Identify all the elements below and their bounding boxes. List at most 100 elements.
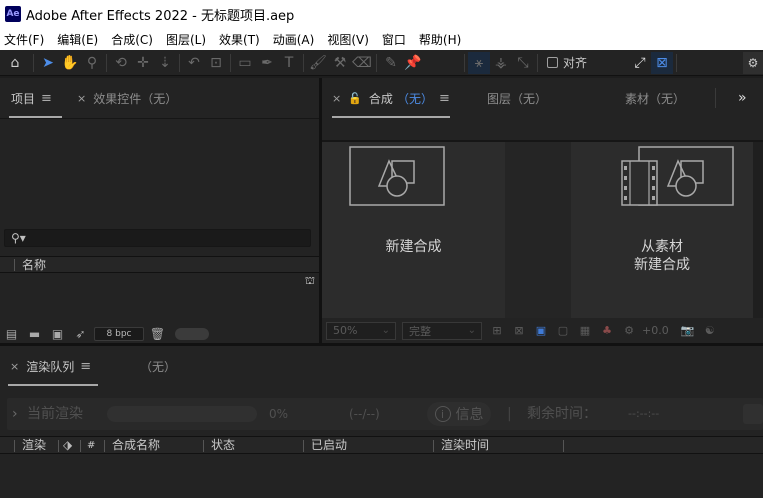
eraser-tool-icon[interactable]: ⌫ <box>351 52 373 74</box>
local-axis-mode-icon[interactable]: ⚹ <box>468 51 490 74</box>
workspace-menu-icon[interactable]: ⚙ <box>743 52 763 74</box>
menu-edit[interactable]: 编辑(E) <box>57 31 98 48</box>
menu-file[interactable]: 文件(F) <box>4 31 44 48</box>
panel-menu-icon[interactable]: ≡ <box>439 91 450 106</box>
clone-stamp-tool-icon[interactable]: ⚒ <box>329 52 351 74</box>
render-queue-header: 渲染 ⬗ # 合成名称 状态 已启动 渲染时间 <box>0 436 763 454</box>
tab-footage[interactable]: 素材（无） <box>625 78 685 118</box>
new-composition-icon[interactable]: ▣ <box>48 326 67 342</box>
tab-none[interactable]: （无） <box>140 346 176 386</box>
home-icon[interactable]: ⌂ <box>0 52 30 74</box>
column-name[interactable]: 名称 <box>22 257 46 273</box>
world-axis-mode-icon[interactable]: ⚶ <box>490 52 512 74</box>
menu-effect[interactable]: 效果(T) <box>219 31 260 48</box>
footer-scrollbar[interactable] <box>175 328 209 340</box>
menu-layer[interactable]: 图层(L) <box>166 31 206 48</box>
close-icon[interactable]: × <box>332 92 341 105</box>
column-render[interactable]: 渲染 <box>22 437 46 454</box>
composition-panel: × 🔓 合成 （无） ≡ 图层（无） 素材（无） » 新建合成 从素材 新建合成… <box>322 78 763 343</box>
column-render-time[interactable]: 渲染时间 <box>441 437 489 454</box>
selection-tool-icon[interactable]: ➤ <box>37 52 59 74</box>
mask-visibility-icon[interactable]: ▣ <box>532 323 550 339</box>
tab-project[interactable]: 项目 ≡ <box>11 78 52 118</box>
active-tab-underline <box>8 384 98 386</box>
puppet-pin-tool-icon[interactable]: 📌 <box>402 52 424 74</box>
channel-icon[interactable]: ♣ <box>598 323 616 339</box>
title-bar: Ae Adobe After Effects 2022 - 无标题项目.aep <box>0 0 763 28</box>
snapping-toggle[interactable]: 对齐 <box>547 54 587 71</box>
column-divider <box>14 440 15 452</box>
grid-guides-icon[interactable]: ▦ <box>576 323 594 339</box>
fast-previews-icon[interactable]: ⊞ <box>488 323 506 339</box>
menu-help[interactable]: 帮助(H) <box>419 31 461 48</box>
column-comp-name[interactable]: 合成名称 <box>112 437 160 454</box>
rotation-tool-icon[interactable]: ↶ <box>183 52 205 74</box>
close-icon[interactable]: × <box>77 92 86 105</box>
project-search-input[interactable]: ⚲▾ <box>4 229 311 247</box>
resolution-select[interactable]: 完整 ⌄ <box>402 321 482 340</box>
flowchart-icon[interactable]: ⛫ <box>305 274 315 289</box>
magnification-select[interactable]: 50% ⌄ <box>326 321 396 340</box>
hand-tool-icon[interactable]: ✋ <box>59 52 81 74</box>
viewer-scrollbar[interactable] <box>753 142 763 318</box>
tab-render-queue[interactable]: × 渲染队列 ≡ <box>10 346 91 386</box>
orbit-camera-tool-icon[interactable]: ⟲ <box>110 52 132 74</box>
magnet-snap-icon[interactable]: ⊠ <box>651 51 674 74</box>
column-number[interactable]: # <box>87 437 95 454</box>
exposure-value[interactable]: +0.0 <box>642 324 669 337</box>
menu-bar: 文件(F) 编辑(E) 合成(C) 图层(L) 效果(T) 动画(A) 视图(V… <box>0 28 763 50</box>
brush-tool-icon[interactable]: 🖌 <box>307 52 329 74</box>
toolbar-divider <box>464 53 465 72</box>
menu-animation[interactable]: 动画(A) <box>273 31 315 48</box>
snapshot-icon[interactable]: 📷 <box>679 323 697 339</box>
roto-brush-tool-icon[interactable]: ✎ <box>380 52 402 74</box>
column-divider <box>563 440 564 452</box>
tab-layer[interactable]: 图层（无） <box>487 78 547 118</box>
pen-tool-icon[interactable]: ✒ <box>256 52 278 74</box>
chevron-right-icon[interactable]: › <box>12 398 18 430</box>
bit-depth-button[interactable]: 8 bpc <box>94 327 144 341</box>
panel-menu-icon[interactable]: ≡ <box>41 91 52 106</box>
type-tool-icon[interactable]: T <box>278 52 300 74</box>
menu-window[interactable]: 窗口 <box>382 31 406 48</box>
expand-icon[interactable]: ⤢ <box>629 52 651 74</box>
remaining-time-value: --:--:-- <box>628 407 660 420</box>
pan-camera-tool-icon[interactable]: ✛ <box>132 52 154 74</box>
lock-icon[interactable]: 🔓 <box>348 92 362 105</box>
snapping-checkbox[interactable] <box>547 57 558 68</box>
render-progress-bar <box>107 406 257 422</box>
tab-composition[interactable]: × 🔓 合成 （无） ≡ <box>332 78 450 118</box>
render-queue-panel: × 渲染队列 ≡ （无） › 当前渲染 0% (--/--) i 信息 | 剩余… <box>0 346 763 498</box>
snapping-label: 对齐 <box>563 56 588 70</box>
more-tabs-icon[interactable]: » <box>738 78 747 118</box>
new-comp-from-footage-card[interactable]: 从素材 新建合成 <box>571 142 753 318</box>
exposure-reset-icon[interactable]: ⚙ <box>620 323 638 339</box>
close-icon[interactable]: × <box>10 360 19 373</box>
project-column-header: 名称 <box>0 256 319 273</box>
transparency-grid-icon[interactable]: ⊠ <box>510 323 528 339</box>
trash-icon[interactable]: 🗑 <box>148 326 167 342</box>
menu-composition[interactable]: 合成(C) <box>111 31 153 48</box>
menu-view[interactable]: 视图(V) <box>327 31 369 48</box>
tag-icon[interactable]: ⬗ <box>63 437 72 454</box>
pan-behind-tool-icon[interactable]: ⊡ <box>205 52 227 74</box>
tab-effect-controls[interactable]: × 效果控件（无） <box>77 78 177 118</box>
panel-menu-icon[interactable]: ≡ <box>80 359 91 374</box>
resolution-value: 完整 <box>409 324 431 338</box>
interpret-footage-icon[interactable]: ▤ <box>2 326 21 342</box>
new-folder-icon[interactable]: ▬ <box>25 326 44 342</box>
show-snapshot-icon[interactable]: ☯ <box>701 323 719 339</box>
tab-effect-controls-label: 效果控件（无） <box>93 91 178 106</box>
render-button[interactable] <box>743 404 763 424</box>
zoom-tool-icon[interactable]: ⚲ <box>81 52 103 74</box>
region-of-interest-icon[interactable]: ▢ <box>554 323 572 339</box>
rectangle-tool-icon[interactable]: ▭ <box>234 52 256 74</box>
view-axis-mode-icon[interactable]: ⤡ <box>512 52 534 74</box>
new-composition-card[interactable]: 新建合成 <box>322 142 505 318</box>
render-queue-icon[interactable]: ➶ <box>71 326 90 342</box>
dolly-camera-tool-icon[interactable]: ⇣ <box>154 52 176 74</box>
toolbar-divider <box>676 53 678 72</box>
column-started[interactable]: 已启动 <box>311 437 347 454</box>
info-button[interactable]: i 信息 <box>427 402 491 426</box>
column-status[interactable]: 状态 <box>211 437 235 454</box>
